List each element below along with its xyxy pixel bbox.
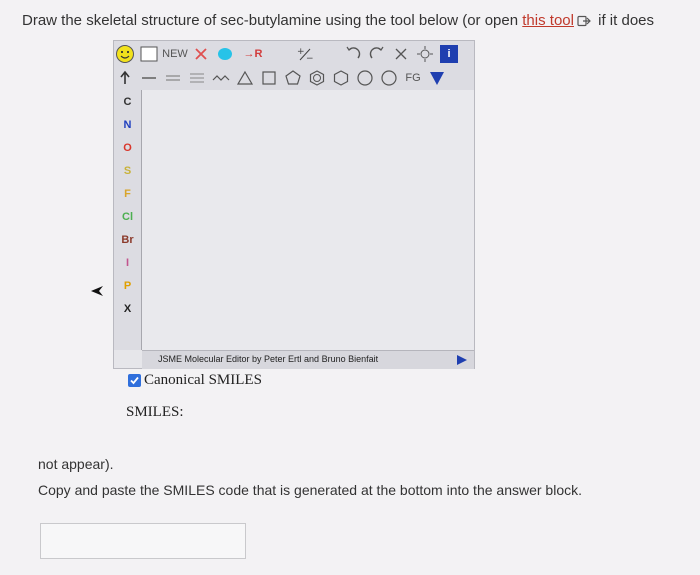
atom-f-button[interactable]: F	[114, 188, 141, 200]
new-label: NEW	[162, 48, 188, 60]
rotate-arrow-icon[interactable]	[114, 67, 136, 89]
r-group-button[interactable]: →R	[238, 43, 268, 65]
drawing-canvas[interactable]	[142, 90, 474, 350]
atom-o-button[interactable]: O	[114, 142, 141, 154]
atom-palette: C N O S F Cl Br I P X	[114, 90, 142, 350]
atom-c-button[interactable]: C	[114, 96, 141, 108]
ring-7-icon[interactable]	[354, 67, 376, 89]
single-bond-icon[interactable]	[138, 67, 160, 89]
ring-8-icon[interactable]	[378, 67, 400, 89]
ring-6-icon[interactable]	[330, 67, 352, 89]
instruction-prefix: Draw the skeletal structure of sec-butyl…	[22, 12, 523, 29]
empty-tool-slot-2[interactable]	[318, 43, 340, 65]
info-button[interactable]: i	[440, 45, 458, 63]
delete-icon[interactable]	[190, 43, 212, 65]
svg-text:−: −	[306, 54, 314, 62]
color-blob-icon[interactable]	[214, 43, 236, 65]
fg-label: FG	[405, 72, 421, 84]
smiles-label: SMILES:	[126, 404, 184, 420]
editor-credit: JSME Molecular Editor by Peter Ertl and …	[158, 354, 379, 364]
atom-x-button[interactable]: X	[114, 303, 141, 315]
undo-icon[interactable]	[342, 43, 364, 65]
toolbar-row-1: NEW →R + − i	[114, 42, 460, 66]
redo-icon[interactable]	[366, 43, 388, 65]
not-appear-text: not appear).	[38, 456, 114, 472]
canonical-smiles-option[interactable]: Canonical SMILES	[128, 372, 262, 389]
atom-s-button[interactable]: S	[114, 165, 141, 177]
instruction-suffix: if it does	[593, 12, 654, 29]
checkmark-icon	[130, 376, 139, 385]
benzene-icon[interactable]	[306, 67, 328, 89]
canonical-smiles-label: Canonical SMILES	[144, 372, 262, 388]
clear-icon[interactable]	[390, 43, 412, 65]
copy-paste-instruction: Copy and paste the SMILES code that is g…	[38, 482, 582, 498]
atom-i-button[interactable]: I	[114, 257, 141, 269]
functional-group-button[interactable]: FG	[402, 67, 424, 89]
ring-5-icon[interactable]	[282, 67, 304, 89]
canonical-smiles-checkbox[interactable]	[128, 374, 141, 387]
triple-bond-icon[interactable]	[186, 67, 208, 89]
ring-4-icon[interactable]	[258, 67, 280, 89]
editor-status-bar: JSME Molecular Editor by Peter Ertl and …	[142, 350, 474, 369]
open-tool-link[interactable]: this tool	[522, 12, 574, 29]
atom-cl-button[interactable]: Cl	[114, 211, 141, 223]
external-link-icon[interactable]	[577, 14, 591, 31]
atom-p-button[interactable]: P	[114, 280, 141, 292]
atom-br-button[interactable]: Br	[114, 234, 141, 246]
new-button[interactable]: NEW	[162, 43, 188, 65]
mouse-cursor-icon	[90, 284, 104, 302]
editor-toolbar: NEW →R + − i FG	[114, 41, 474, 91]
svg-text:+: +	[297, 47, 305, 57]
move-icon[interactable]	[414, 43, 436, 65]
info-label: i	[447, 48, 451, 60]
chain-icon[interactable]	[210, 67, 232, 89]
answer-input[interactable]	[40, 523, 246, 559]
template-triangle-icon[interactable]	[426, 67, 448, 89]
jsme-editor: NEW →R + − i FG C N O S F Cl Br I P X JS…	[113, 40, 475, 369]
ring-3-icon[interactable]	[234, 67, 256, 89]
toolbar-row-2: FG	[114, 66, 450, 90]
instruction-text: Draw the skeletal structure of sec-butyl…	[22, 12, 692, 31]
smiley-icon[interactable]	[114, 43, 136, 65]
charge-icon[interactable]: + −	[294, 43, 316, 65]
atom-n-button[interactable]: N	[114, 119, 141, 131]
select-box-icon[interactable]	[138, 43, 160, 65]
empty-tool-slot[interactable]	[270, 43, 292, 65]
r-group-label: →R	[243, 48, 263, 60]
play-triangle-icon[interactable]	[456, 354, 468, 368]
double-bond-icon[interactable]	[162, 67, 184, 89]
